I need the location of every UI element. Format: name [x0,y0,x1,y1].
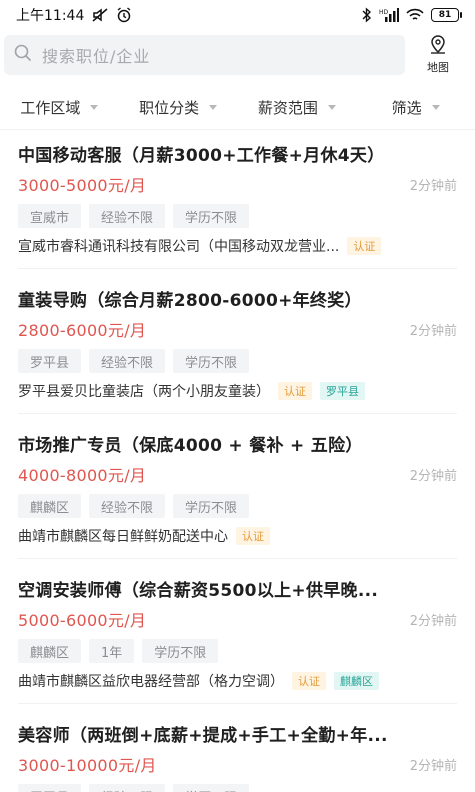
job-company: 罗平县爱贝比童装店（两个小朋友童装） [18,384,270,400]
job-title: 空调安装师傅（综合薪资5500以上+供早晚... [18,581,379,601]
job-time: 2分钟前 [409,758,457,774]
job-tag: 罗平县 [18,349,82,373]
job-time: 2分钟前 [409,323,457,339]
job-tag: 麒麟区 [18,494,82,518]
filter-salary-range[interactable]: 薪资范围 [238,97,357,118]
job-card[interactable]: 中国移动客服（月薪3000+工作餐+月休4天） 3000-5000元/月 2分钟… [18,144,457,256]
filter-work-area[interactable]: 工作区域 [0,97,119,118]
battery-icon: 81 [431,8,462,22]
job-tag: 学历不限 [173,349,250,373]
verified-badge: 认证 [347,237,382,255]
status-bar: 上午11:44 HD 81 [0,0,475,30]
alarm-icon [116,7,132,23]
job-tag: 罗平县 [18,784,82,792]
verified-badge: 认证 [292,672,326,690]
area-badge: 罗平县 [320,382,365,400]
status-time: 上午11:44 [16,8,85,24]
job-tag: 麒麟区 [18,639,82,663]
caret-down-icon [90,105,99,110]
job-salary: 2800-6000元/月 [18,321,147,340]
job-tag: 经验不限 [89,204,166,228]
divider [18,558,457,559]
area-badge: 麒麟区 [334,672,379,690]
verified-badge: 认证 [236,527,270,545]
job-company: 宣威市睿科通讯科技有限公司（中国移动双龙营业... [18,239,340,255]
mute-icon [91,7,109,23]
job-tag: 1年 [89,639,135,663]
divider [18,703,457,704]
search-icon [14,44,32,66]
filter-more[interactable]: 筛选 [356,97,475,118]
job-tag: 学历不限 [173,784,250,792]
job-card[interactable]: 空调安装师傅（综合薪资5500以上+供早晚... 5000-6000元/月 2分… [18,579,457,691]
job-tag: 经验不限 [89,349,166,373]
divider [18,268,457,269]
caret-down-icon [431,105,440,110]
caret-down-icon [209,105,218,110]
job-title: 市场推广专员（保底4000 + 餐补 + 五险） [18,436,363,456]
map-pin-icon [429,35,447,58]
bluetooth-icon [362,7,372,23]
job-time: 2分钟前 [409,613,457,629]
job-tag: 学历不限 [173,204,250,228]
job-salary: 3000-5000元/月 [18,176,147,195]
verified-badge: 认证 [278,382,312,400]
job-title: 童装导购（综合月薪2800-6000+年终奖） [18,291,362,311]
job-time: 2分钟前 [409,468,457,484]
filter-job-category[interactable]: 职位分类 [119,97,238,118]
job-time: 2分钟前 [409,178,457,194]
job-tag: 经验不限 [89,494,166,518]
job-company: 曲靖市麒麟区益欣电器经营部（格力空调） [18,674,284,690]
job-tag: 经验不限 [89,784,166,792]
search-row: 搜索职位/企业 地图 [0,30,475,80]
job-title: 中国移动客服（月薪3000+工作餐+月休4天） [18,146,385,166]
filter-label: 工作区域 [20,99,81,117]
job-tag: 学历不限 [173,494,250,518]
job-company: 曲靖市麒麟区每日鲜鲜奶配送中心 [18,529,228,545]
job-salary: 4000-8000元/月 [18,466,147,485]
map-button[interactable]: 地图 [415,35,461,75]
filter-bar: 工作区域 职位分类 薪资范围 筛选 [0,86,475,130]
map-label: 地图 [427,61,449,74]
job-card[interactable]: 童装导购（综合月薪2800-6000+年终奖） 2800-6000元/月 2分钟… [18,289,457,401]
filter-label: 筛选 [391,99,422,117]
filter-label: 职位分类 [139,99,200,117]
job-card[interactable]: 美容师（两班倒+底薪+提成+手工+全勤+年... 3000-10000元/月 2… [18,724,457,792]
job-tag: 宣威市 [18,204,82,228]
search-input[interactable]: 搜索职位/企业 [4,35,405,75]
caret-down-icon [327,105,336,110]
job-tag: 学历不限 [142,639,219,663]
svg-text:HD: HD [379,9,389,16]
job-card[interactable]: 市场推广专员（保底4000 + 餐补 + 五险） 4000-8000元/月 2分… [18,434,457,546]
divider [18,413,457,414]
filter-label: 薪资范围 [257,99,318,117]
search-placeholder: 搜索职位/企业 [42,47,151,66]
job-title: 美容师（两班倒+底薪+提成+手工+全勤+年... [18,726,388,746]
signal-icon: HD [379,7,399,23]
wifi-icon [406,7,424,23]
job-salary: 5000-6000元/月 [18,611,147,630]
job-salary: 3000-10000元/月 [18,756,157,775]
